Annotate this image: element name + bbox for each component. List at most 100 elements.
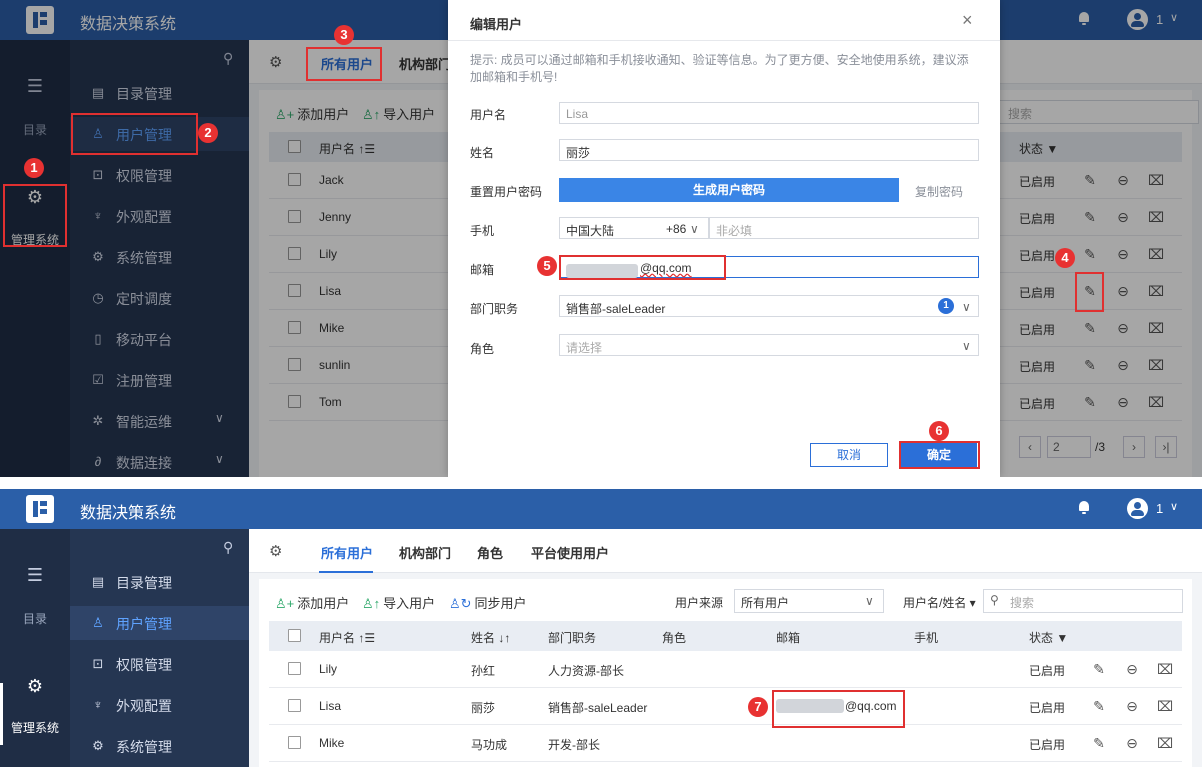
username-cell: Mike [319, 736, 345, 750]
catalog-list-icon[interactable]: ☰ [24, 565, 46, 586]
generate-password-button[interactable]: 生成用户密码 [559, 178, 899, 202]
username-field: Lisa [559, 102, 979, 124]
phone-region-select[interactable]: 中国大陆 +86 ∨ [559, 217, 709, 239]
role-select[interactable]: 请选择 ∨ [559, 334, 979, 356]
sync-user-icon: ♙↻ [449, 596, 472, 611]
header-phone: 手机 [914, 631, 939, 645]
sidebar-item-catalog[interactable]: ▤ 目录管理 [70, 565, 249, 599]
chevron-down-icon: ∨ [865, 594, 874, 608]
search-input[interactable]: ⚲ 搜索 [983, 589, 1183, 613]
app-logo-icon [26, 495, 54, 523]
delete-icon[interactable]: ⌧ [1157, 661, 1173, 677]
gear-icon[interactable]: ⚙ [24, 676, 46, 697]
filter-field-select[interactable]: 用户名/姓名 ▾ [903, 594, 976, 611]
tab-all-users[interactable]: 所有用户 [321, 543, 373, 562]
dialog-title: 编辑用户 [470, 17, 523, 32]
table-row[interactable]: Lisa 丽莎 销售部-saleLeader @qq.com 已启用 ✎ ⊖ ⌧ [269, 688, 1182, 725]
sidebar-item-label: 用户管理 [116, 616, 172, 632]
realname-cell: 马功成 [471, 738, 508, 752]
row-checkbox[interactable] [288, 736, 301, 749]
sidebar-item-label: 权限管理 [116, 657, 172, 673]
step-marker-2: 2 [198, 123, 218, 143]
pin-icon[interactable]: ⚲ [223, 539, 233, 556]
header-status[interactable]: 状态 ▼ [1029, 629, 1068, 646]
disable-icon[interactable]: ⊖ [1124, 698, 1140, 714]
edit-icon[interactable]: ✎ [1091, 698, 1107, 714]
user-icon: ♙ [92, 615, 104, 630]
row-checkbox[interactable] [288, 662, 301, 675]
chevron-down-icon: ∨ [962, 339, 971, 353]
left-rail: ☰ 目录 ⚙ 管理系统 [0, 529, 70, 767]
edit-user-dialog: 编辑用户 × 提示: 成员可以通过邮箱和手机接收通知、验证等信息。为了更方便、安… [448, 0, 1000, 477]
settings-icon: ⚙ [92, 738, 104, 753]
highlight-edit-icon [1075, 272, 1104, 312]
department-select[interactable]: 销售部-saleLeader 1 ∨ [559, 295, 979, 317]
lock-icon: ⊡ [92, 656, 104, 671]
row-checkbox[interactable] [288, 699, 301, 712]
search-placeholder: 搜索 [1010, 596, 1035, 610]
user-source-select[interactable]: 所有用户 ∨ [734, 589, 884, 613]
bell-icon[interactable] [1078, 501, 1090, 514]
department-cell: 人力资源-部长 [548, 664, 624, 678]
screenshot-panel-user-list: 数据决策系统 1 ∨ ☰ 目录 ⚙ 管理系统 ⚲ ▤ 目录管理 ♙ 用户管理 ⊡ 权限… [0, 489, 1202, 767]
phone-label: 手机 [470, 224, 495, 238]
role-label: 角色 [470, 342, 495, 356]
realname-label: 姓名 [470, 146, 495, 160]
header-email: 邮箱 [776, 631, 801, 645]
add-user-button[interactable]: ♙+ 添加用户 [275, 593, 349, 612]
search-icon: ⚲ [990, 593, 999, 607]
table-row[interactable]: Mike 马功成 开发-部长 已启用 ✎ ⊖ ⌧ [269, 725, 1182, 762]
catalog-icon: ▤ [91, 574, 105, 589]
rail-admin-label[interactable]: 管理系统 [0, 719, 70, 736]
tab-departments[interactable]: 机构部门 [399, 543, 451, 562]
step-marker-3: 3 [334, 25, 354, 45]
status-cell: 已启用 [1029, 701, 1066, 715]
tab-platform-users[interactable]: 平台使用用户 [531, 543, 609, 562]
add-user-icon: ♙+ [275, 596, 295, 611]
step-marker-4: 4 [1055, 248, 1075, 268]
edit-icon[interactable]: ✎ [1091, 735, 1107, 751]
import-user-button[interactable]: ♙↑ 导入用户 [362, 593, 435, 612]
chevron-down-icon: ∨ [690, 222, 699, 236]
header-username[interactable]: 用户名 ↑☰ [319, 629, 375, 646]
chevron-down-icon[interactable]: ∨ [1170, 500, 1178, 513]
sidebar-item-appearance[interactable]: ♆ 外观配置 [70, 688, 249, 722]
sidebar-item-label: 外观配置 [116, 698, 172, 714]
brush-icon: ♆ [93, 697, 103, 712]
sidebar-item-system[interactable]: ⚙ 系统管理 [70, 729, 249, 763]
tab-roles[interactable]: 角色 [477, 543, 503, 562]
user-badge[interactable]: 1 [1156, 501, 1163, 516]
realname-cell: 孙红 [471, 664, 496, 678]
rail-catalog-label[interactable]: 目录 [0, 610, 70, 627]
sidebar-item-permissions[interactable]: ⊡ 权限管理 [70, 647, 249, 681]
close-icon[interactable]: × [962, 10, 973, 31]
header-realname[interactable]: 姓名 ↓↑ [471, 629, 510, 646]
delete-icon[interactable]: ⌧ [1157, 735, 1173, 751]
highlight-email-field [559, 255, 726, 280]
email-label: 邮箱 [470, 263, 495, 277]
step-marker-7: 7 [748, 697, 768, 717]
user-avatar-icon[interactable] [1127, 498, 1148, 519]
status-cell: 已启用 [1029, 738, 1066, 752]
step-marker-5: 5 [537, 256, 557, 276]
highlight-email-cell [772, 690, 905, 728]
copy-password-link[interactable]: 复制密码 [915, 183, 963, 200]
select-all-checkbox[interactable] [288, 629, 301, 642]
realname-field[interactable]: 丽莎 [559, 139, 979, 161]
edit-icon[interactable]: ✎ [1091, 661, 1107, 677]
cancel-button[interactable]: 取消 [810, 443, 888, 467]
active-tab-underline [319, 571, 373, 573]
table-row[interactable]: Lily 孙红 人力资源-部长 已启用 ✎ ⊖ ⌧ [269, 651, 1182, 688]
username-cell: Lisa [319, 699, 342, 713]
header-department: 部门职务 [548, 631, 597, 645]
status-cell: 已启用 [1029, 664, 1066, 678]
sync-user-button[interactable]: ♙↻ 同步用户 [449, 593, 527, 612]
disable-icon[interactable]: ⊖ [1124, 735, 1140, 751]
sidebar-item-users[interactable]: ♙ 用户管理 [70, 606, 249, 640]
delete-icon[interactable]: ⌧ [1157, 698, 1173, 714]
dialog-tip: 提示: 成员可以通过邮箱和手机接收通知、验证等信息。为了更方便、安全地使用系统，… [470, 53, 969, 84]
step-marker-6: 6 [929, 421, 949, 441]
disable-icon[interactable]: ⊖ [1124, 661, 1140, 677]
settings-gear-icon[interactable]: ⚙ [269, 542, 282, 560]
phone-input[interactable]: 非必填 [709, 217, 979, 239]
